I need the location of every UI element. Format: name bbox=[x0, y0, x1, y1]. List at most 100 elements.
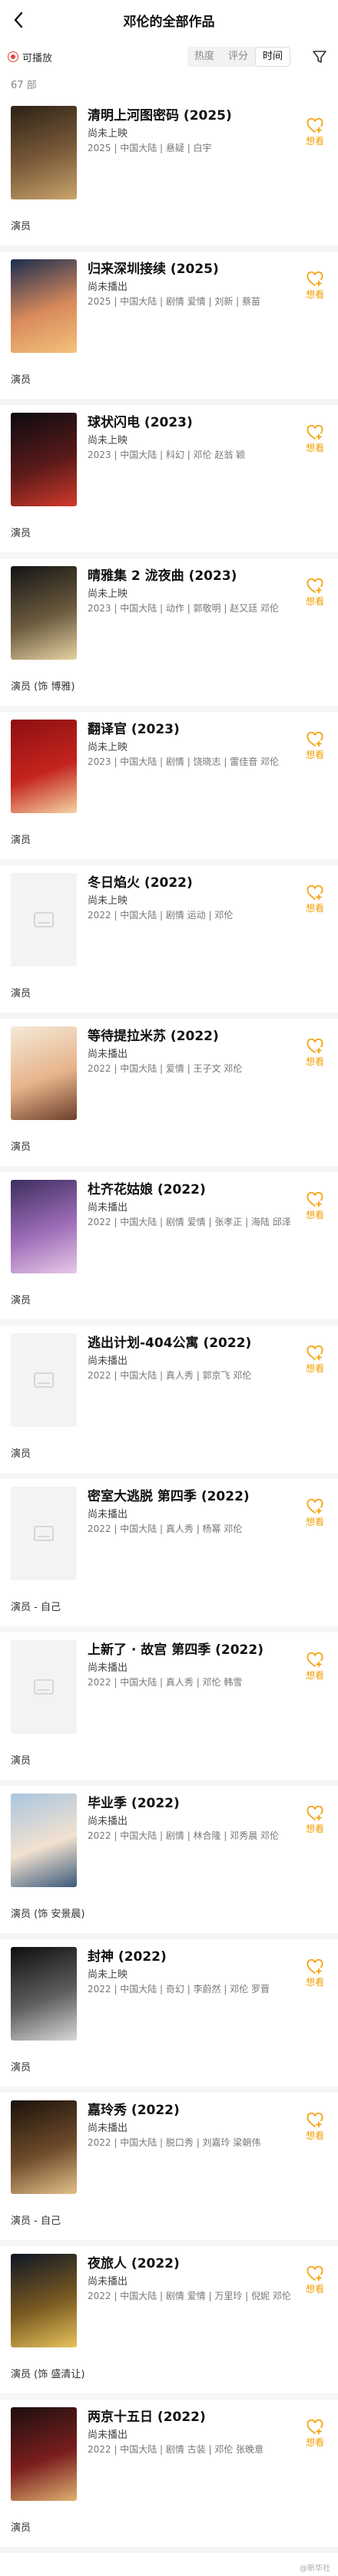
want-to-see-button[interactable]: 想看 bbox=[303, 425, 327, 454]
poster-placeholder[interactable] bbox=[11, 1487, 77, 1580]
want-to-see-button[interactable]: 想看 bbox=[303, 1652, 327, 1682]
poster-image[interactable] bbox=[11, 2100, 77, 2194]
work-title[interactable]: 夜旅人 (2022) bbox=[88, 2255, 295, 2272]
divider bbox=[0, 706, 338, 712]
work-title[interactable]: 逃出计划-404公寓 (2022) bbox=[88, 1335, 295, 1352]
poster-image[interactable] bbox=[11, 1026, 77, 1120]
image-placeholder-icon bbox=[34, 1679, 54, 1695]
heart-plus-icon bbox=[307, 1652, 323, 1668]
want-to-see-button[interactable]: 想看 bbox=[303, 272, 327, 301]
work-item[interactable]: 翻译官 (2023) 尚未上映 2023 | 中国大陆 | 剧情 | 饶晓志 |… bbox=[0, 712, 338, 865]
work-title[interactable]: 归来深圳接续 (2025) bbox=[88, 261, 295, 278]
role-label: 演员 bbox=[11, 528, 31, 539]
want-to-see-button[interactable]: 想看 bbox=[303, 1192, 327, 1221]
poster-image[interactable] bbox=[11, 2254, 77, 2347]
want-to-see-button[interactable]: 想看 bbox=[303, 1806, 327, 1835]
playable-filter[interactable]: 可播放 bbox=[8, 50, 52, 64]
role-label: 演员 bbox=[11, 221, 31, 232]
filter-icon[interactable] bbox=[312, 49, 327, 64]
release-status: 尚未播出 bbox=[88, 2276, 128, 2288]
work-item[interactable]: 球状闪电 (2023) 尚未上映 2023 | 中国大陆 | 科幻 | 邓伦 赵… bbox=[0, 405, 338, 558]
work-item[interactable]: 两京十五日 (2022) 尚未播出 2022 | 中国大陆 | 剧情 古装 | … bbox=[0, 2400, 338, 2553]
release-status: 尚未播出 bbox=[88, 1816, 128, 1827]
work-item[interactable]: 上新了 · 故宫 第四季 (2022) 尚未播出 2022 | 中国大陆 | 真… bbox=[0, 1632, 338, 1786]
work-title[interactable]: 翻译官 (2023) bbox=[88, 721, 295, 738]
work-title[interactable]: 嘉玲秀 (2022) bbox=[88, 2102, 295, 2119]
divider bbox=[0, 2547, 338, 2553]
work-title[interactable]: 清明上河图密码 (2025) bbox=[88, 107, 295, 124]
poster-image[interactable] bbox=[11, 106, 77, 199]
poster-placeholder[interactable] bbox=[11, 873, 77, 967]
work-title[interactable]: 封神 (2022) bbox=[88, 1948, 295, 1965]
work-item[interactable]: 归来深圳接续 (2025) 尚未播出 2025 | 中国大陆 | 剧情 爱情 |… bbox=[0, 252, 338, 405]
want-to-see-button[interactable]: 想看 bbox=[303, 732, 327, 761]
work-item[interactable]: 冬日焰火 (2022) 尚未上映 2022 | 中国大陆 | 剧情 运动 | 邓… bbox=[0, 865, 338, 1019]
release-status: 尚未上映 bbox=[88, 895, 128, 907]
divider bbox=[0, 2240, 338, 2246]
poster-image[interactable] bbox=[11, 1947, 77, 2041]
work-title[interactable]: 密室大逃脱 第四季 (2022) bbox=[88, 1488, 295, 1505]
poster-placeholder[interactable] bbox=[11, 1333, 77, 1427]
divider bbox=[0, 1626, 338, 1632]
poster-image[interactable] bbox=[11, 566, 77, 660]
poster-image[interactable] bbox=[11, 413, 77, 506]
want-to-see-button[interactable]: 想看 bbox=[303, 2420, 327, 2449]
heart-plus-icon bbox=[307, 2420, 323, 2435]
poster-image[interactable] bbox=[11, 2407, 77, 2501]
poster-image[interactable] bbox=[11, 1794, 77, 1887]
want-to-see-button[interactable]: 想看 bbox=[303, 885, 327, 914]
want-to-see-button[interactable]: 想看 bbox=[303, 1499, 327, 1528]
work-item[interactable]: 密室大逃脱 第四季 (2022) 尚未播出 2022 | 中国大陆 | 真人秀 … bbox=[0, 1479, 338, 1632]
want-to-see-button[interactable]: 想看 bbox=[303, 1959, 327, 1988]
poster-image[interactable] bbox=[11, 720, 77, 813]
sort-tabs: 热度 评分 时间 bbox=[187, 47, 290, 67]
radio-icon bbox=[8, 51, 18, 62]
work-info: 逃出计划-404公寓 (2022) 尚未播出 2022 | 中国大陆 | 真人秀… bbox=[88, 1335, 295, 1382]
want-to-see-button[interactable]: 想看 bbox=[303, 1346, 327, 1375]
sort-hot-tab[interactable]: 热度 bbox=[187, 47, 221, 67]
work-item[interactable]: 逃出计划-404公寓 (2022) 尚未播出 2022 | 中国大陆 | 真人秀… bbox=[0, 1326, 338, 1479]
poster-placeholder[interactable] bbox=[11, 1640, 77, 1734]
work-info: 晴雅集 2 泷夜曲 (2023) 尚未上映 2023 | 中国大陆 | 动作 |… bbox=[88, 568, 295, 615]
want-to-see-button[interactable]: 想看 bbox=[303, 2266, 327, 2295]
heart-plus-icon bbox=[307, 2113, 323, 2128]
work-item[interactable]: 清明上河图密码 (2025) 尚未上映 2025 | 中国大陆 | 悬疑 | 白… bbox=[0, 98, 338, 252]
work-meta: 2022 | 中国大陆 | 剧情 | 林合隆 | 邓秀晨 邓伦 bbox=[88, 1830, 280, 1841]
want-label: 想看 bbox=[305, 1210, 324, 1220]
work-item[interactable]: 等待提拉米苏 (2022) 尚未播出 2022 | 中国大陆 | 爱情 | 王子… bbox=[0, 1019, 338, 1172]
work-title[interactable]: 杜齐花姑娘 (2022) bbox=[88, 1181, 295, 1198]
role-label: 演员 bbox=[11, 1755, 31, 1767]
work-item[interactable]: 晴雅集 2 泷夜曲 (2023) 尚未上映 2023 | 中国大陆 | 动作 |… bbox=[0, 558, 338, 712]
work-info: 上新了 · 故宫 第四季 (2022) 尚未播出 2022 | 中国大陆 | 真… bbox=[88, 1642, 295, 1689]
want-to-see-button[interactable]: 想看 bbox=[303, 578, 327, 608]
role-label: 演员 (饰 安景晨) bbox=[11, 1909, 85, 1920]
poster-image[interactable] bbox=[11, 1180, 77, 1273]
work-info: 清明上河图密码 (2025) 尚未上映 2025 | 中国大陆 | 悬疑 | 白… bbox=[88, 107, 295, 155]
work-title[interactable]: 球状闪电 (2023) bbox=[88, 414, 295, 431]
work-item[interactable]: 嘉玲秀 (2022) 尚未播出 2022 | 中国大陆 | 脱口秀 | 刘嘉玲 … bbox=[0, 2093, 338, 2246]
want-to-see-button[interactable]: 想看 bbox=[303, 2113, 327, 2142]
work-item[interactable]: 夜旅人 (2022) 尚未播出 2022 | 中国大陆 | 剧情 爱情 | 万里… bbox=[0, 2246, 338, 2400]
release-status: 尚未播出 bbox=[88, 1049, 128, 1060]
divider bbox=[0, 2393, 338, 2400]
want-label: 想看 bbox=[305, 1517, 324, 1527]
work-title[interactable]: 上新了 · 故宫 第四季 (2022) bbox=[88, 1642, 295, 1659]
want-to-see-button[interactable]: 想看 bbox=[303, 118, 327, 147]
work-item[interactable]: 封神 (2022) 尚未上映 2022 | 中国大陆 | 奇幻 | 李蔚然 | … bbox=[0, 1939, 338, 2093]
work-item[interactable]: 毕业季 (2022) 尚未播出 2022 | 中国大陆 | 剧情 | 林合隆 |… bbox=[0, 1786, 338, 1939]
work-title[interactable]: 等待提拉米苏 (2022) bbox=[88, 1028, 295, 1045]
work-meta: 2022 | 中国大陆 | 真人秀 | 邓伦 韩雪 bbox=[88, 1677, 243, 1688]
back-button[interactable] bbox=[8, 6, 29, 34]
want-label: 想看 bbox=[305, 1823, 324, 1834]
sort-time-tab[interactable]: 时间 bbox=[254, 47, 290, 67]
sort-rating-tab[interactable]: 评分 bbox=[221, 47, 255, 67]
work-title[interactable]: 冬日焰火 (2022) bbox=[88, 875, 295, 891]
work-title[interactable]: 毕业季 (2022) bbox=[88, 1795, 295, 1812]
work-title[interactable]: 晴雅集 2 泷夜曲 (2023) bbox=[88, 568, 295, 585]
divider bbox=[0, 1319, 338, 1326]
work-item[interactable]: 杜齐花姑娘 (2022) 尚未播出 2022 | 中国大陆 | 剧情 爱情 | … bbox=[0, 1172, 338, 1326]
work-title[interactable]: 两京十五日 (2022) bbox=[88, 2409, 295, 2426]
want-to-see-button[interactable]: 想看 bbox=[303, 1039, 327, 1068]
poster-image[interactable] bbox=[11, 259, 77, 353]
image-placeholder-icon bbox=[34, 1372, 54, 1388]
